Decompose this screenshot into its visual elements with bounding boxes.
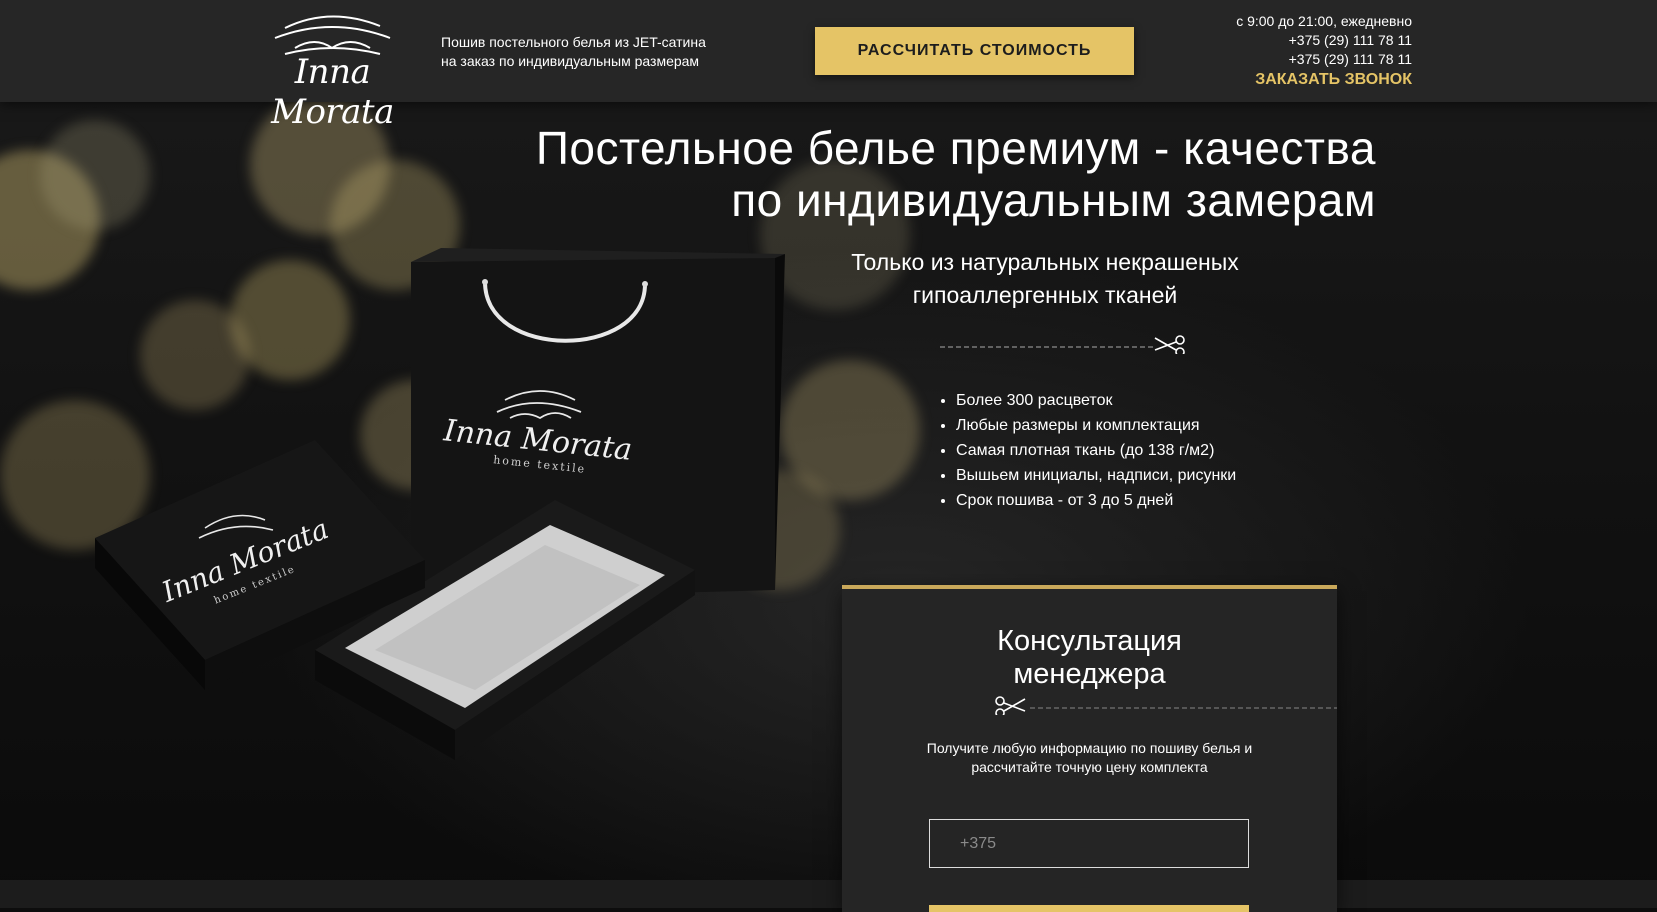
form-description-line: рассчитайте точную цену комплекта (971, 759, 1208, 775)
feature-item: Более 300 расцветок (956, 388, 1236, 413)
form-description: Получите любую информацию по пошиву бель… (892, 739, 1287, 777)
hero-headline: Постельное белье премиум - качества по и… (420, 122, 1376, 226)
form-title-line: Консультация (997, 625, 1182, 657)
feature-item: Вышьем инициалы, надписи, рисунки (956, 463, 1236, 488)
hero-subheadline: Только из натуральных некрашеных гипоалл… (850, 246, 1240, 312)
subheadline-line: гипоаллергенных тканей (912, 282, 1178, 308)
feature-item: Самая плотная ткань (до 138 г/м2) (956, 438, 1236, 463)
cut-line-divider (940, 335, 1185, 354)
form-title: Консультация менеджера (842, 625, 1337, 691)
brand-logo[interactable]: Inna Morata (240, 8, 425, 132)
scissors-icon (1154, 335, 1185, 354)
feature-item: Любые размеры и комплектация (956, 413, 1236, 438)
phone-input[interactable] (929, 819, 1249, 868)
phone-number[interactable]: +375 (29) 111 78 11 (1152, 31, 1412, 50)
feature-item: Срок пошива - от 3 до 5 дней (956, 488, 1236, 513)
scissors-icon (995, 696, 1026, 715)
calculate-cost-button[interactable]: РАССЧИТАТЬ СТОИМОСТЬ (815, 27, 1134, 75)
subheadline-line: Только из натуральных некрашеных (851, 249, 1239, 275)
headline-line: по индивидуальным замерам (731, 174, 1376, 226)
phone-number[interactable]: +375 (29) 111 78 11 (1152, 50, 1412, 69)
bokeh-light (40, 120, 150, 230)
consultation-form-card: Консультация менеджера Получите любую ин… (842, 585, 1337, 912)
tagline-line: Пошив постельного белья из JET-сатина (441, 34, 706, 50)
form-description-line: Получите любую информацию по пошиву бель… (926, 740, 1253, 756)
logo-mark-icon (274, 15, 391, 55)
working-hours: с 9:00 до 21:00, ежедневно (1236, 13, 1412, 29)
tagline-line: на заказ по индивидуальным размерам (441, 53, 700, 69)
site-header: Inna Morata Пошив постельного белья из J… (0, 0, 1657, 132)
header-contacts: с 9:00 до 21:00, ежедневно +375 (29) 111… (1152, 12, 1412, 89)
form-title-line: менеджера (1013, 658, 1166, 690)
header-tagline: Пошив постельного белья из JET-сатина на… (441, 33, 761, 71)
headline-line: Постельное белье премиум - качества (535, 122, 1376, 174)
feature-list: Более 300 расцветок Любые размеры и комп… (936, 388, 1236, 513)
section-divider (0, 880, 1657, 908)
order-callback-link[interactable]: ЗАКАЗАТЬ ЗВОНОК (1152, 70, 1412, 89)
submit-button[interactable] (929, 905, 1249, 912)
cut-line-divider (995, 696, 1337, 715)
logo-text: Inna Morata (271, 52, 394, 132)
product-packaging-image: Inna Morata home textile Inna Morata hom… (95, 248, 785, 760)
